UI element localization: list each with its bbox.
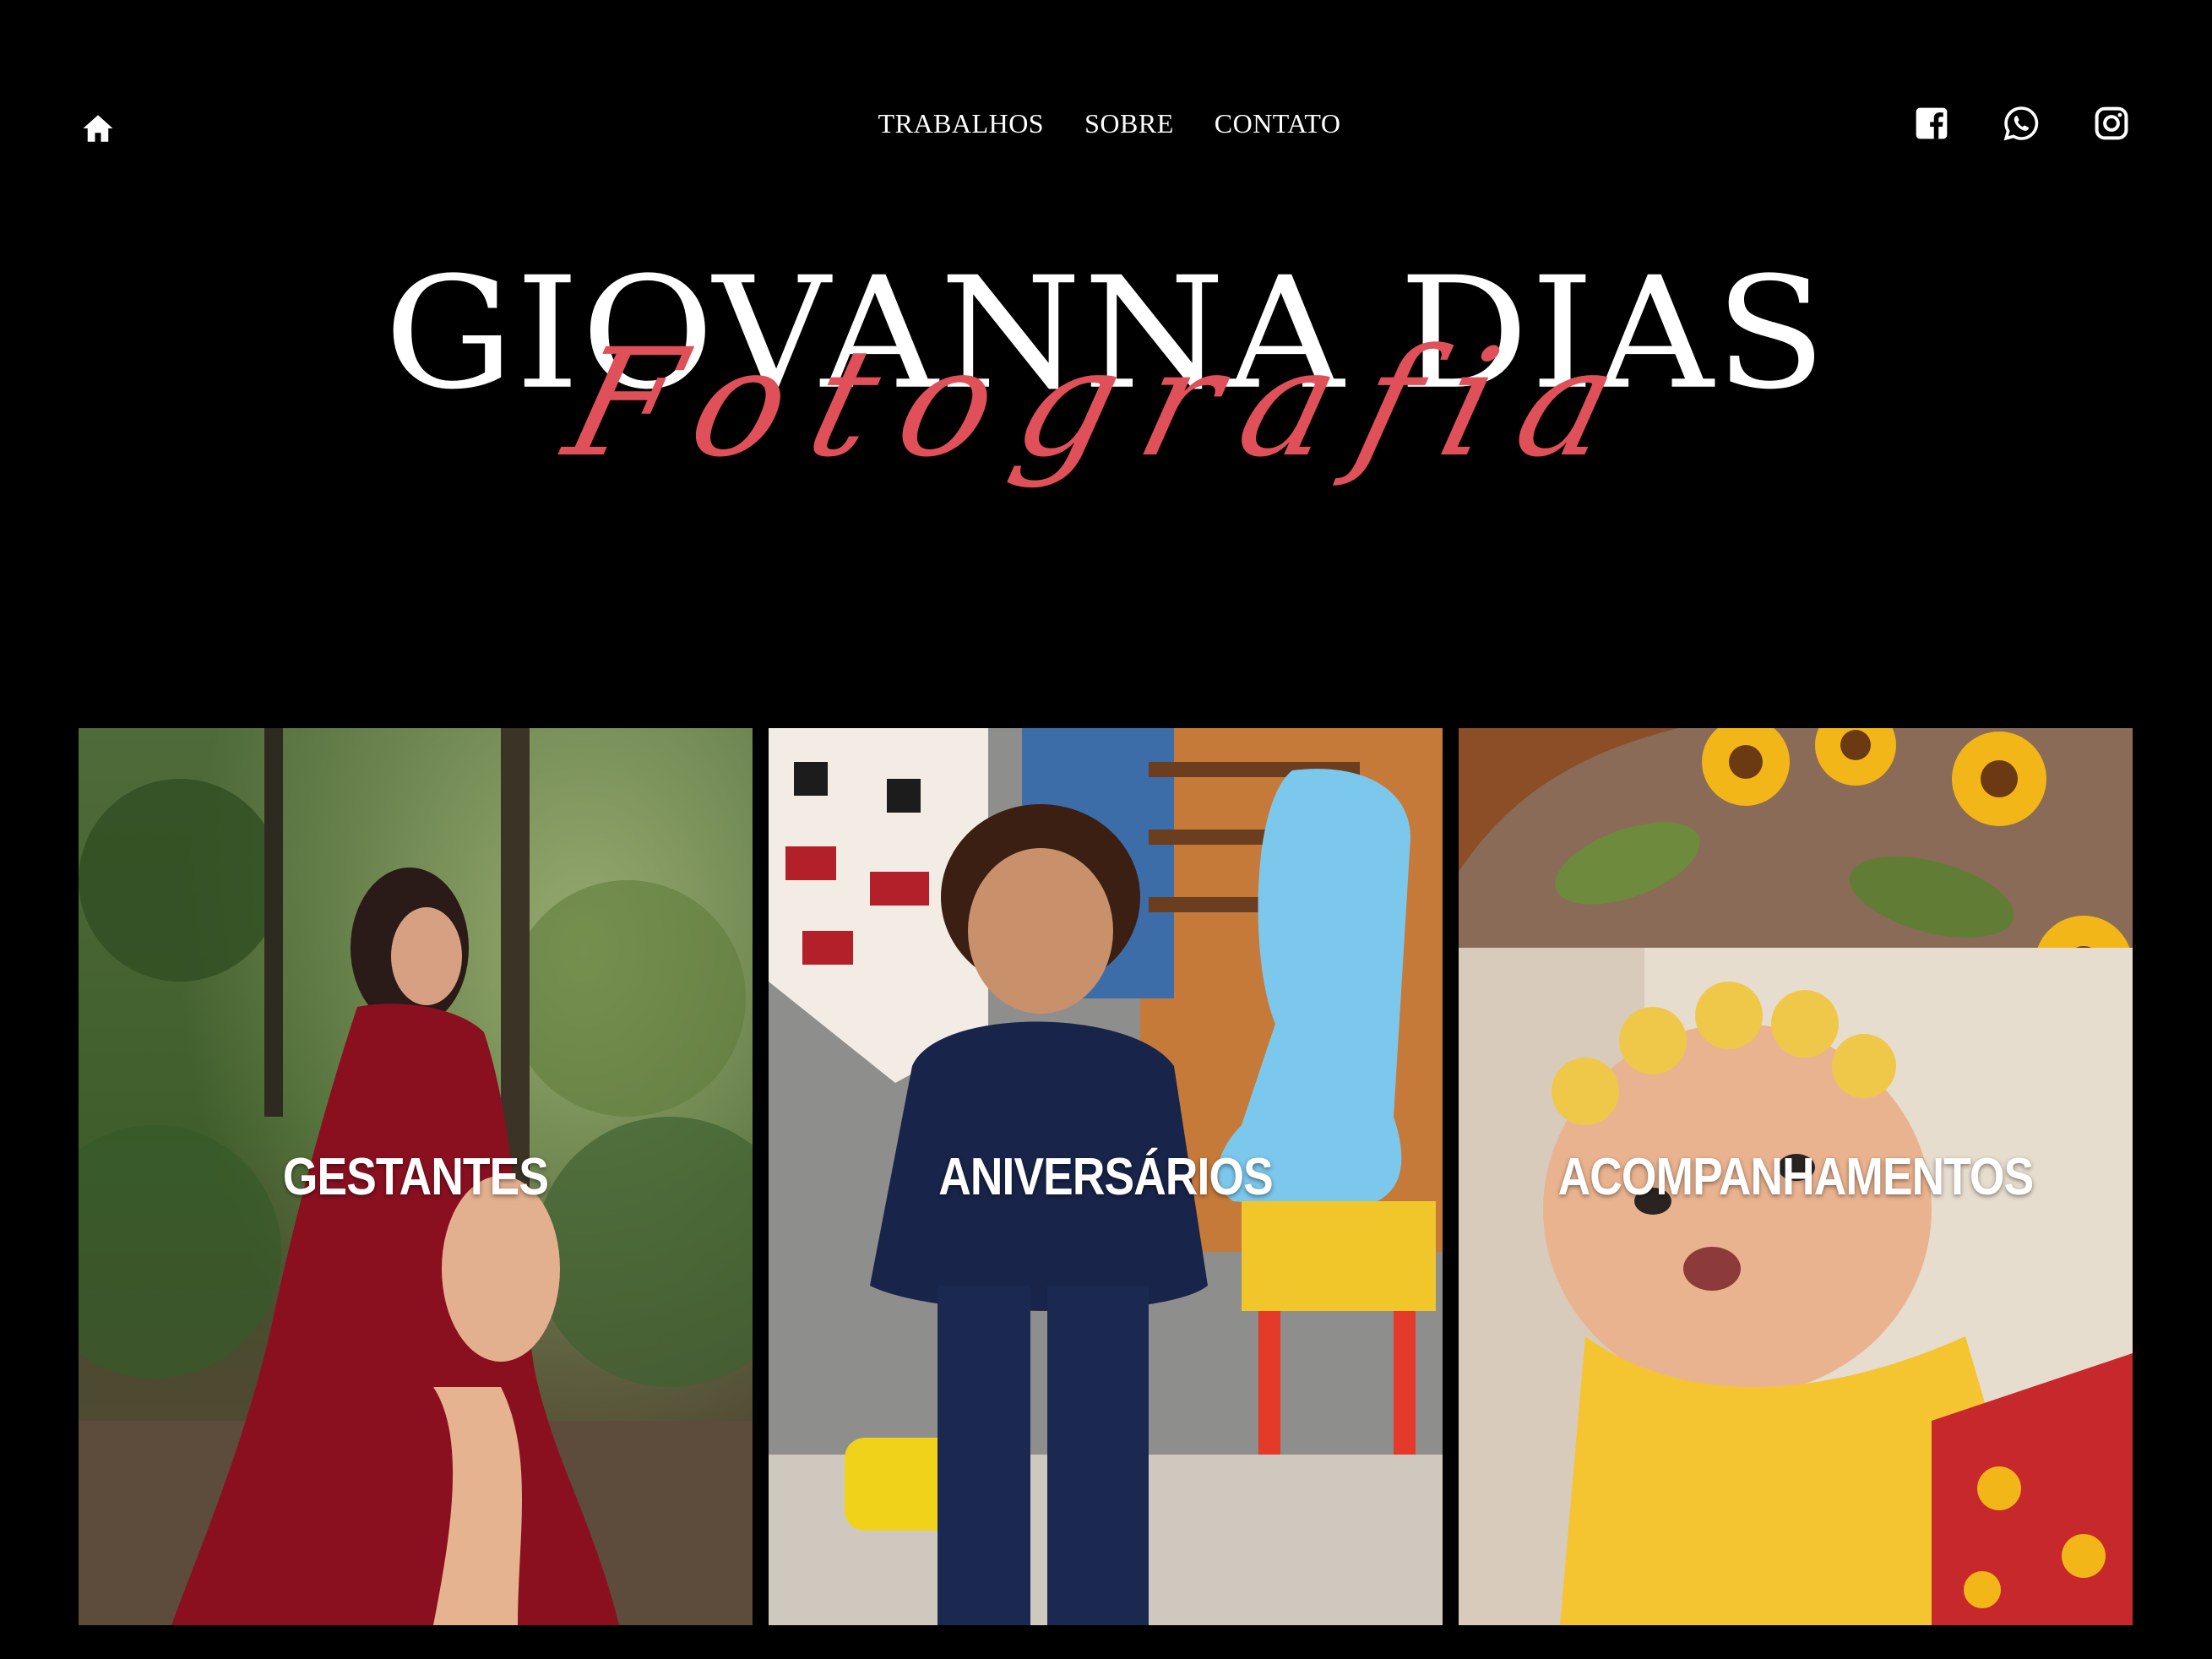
card-aniversarios-photo xyxy=(769,728,1443,1625)
category-grid: GESTANTES ANIVERSÁRIOS ACOMPANHAMENTOS xyxy=(79,728,2133,1625)
nav-link-trabalhos[interactable]: TRABALHOS xyxy=(872,108,1045,139)
facebook-icon xyxy=(1916,107,1948,139)
brand-logo: GIOVANNA DIAS Fotografia xyxy=(0,253,2212,574)
nav-link-sobre[interactable]: SOBRE xyxy=(1078,108,1174,139)
nav-link-contato[interactable]: CONTATO xyxy=(1208,108,1341,139)
logo-subtitle: Fotografia xyxy=(0,317,2212,490)
instagram-link[interactable] xyxy=(2093,105,2130,142)
whatsapp-link[interactable] xyxy=(2003,105,2040,142)
card-gestantes-photo xyxy=(79,728,753,1625)
whatsapp-icon xyxy=(2003,106,2039,141)
card-acompanhamentos[interactable]: ACOMPANHAMENTOS xyxy=(1459,728,2133,1625)
instagram-icon xyxy=(2095,106,2128,140)
logo-subtitle-text: Fotografia xyxy=(551,317,1661,490)
main-nav: TRABALHOS SOBRE CONTATO xyxy=(0,108,2212,139)
card-acompanhamentos-photo xyxy=(1459,728,2133,1625)
card-gestantes[interactable]: GESTANTES xyxy=(79,728,753,1625)
card-aniversarios[interactable]: ANIVERSÁRIOS xyxy=(769,728,1443,1625)
facebook-link[interactable] xyxy=(1913,105,1950,142)
